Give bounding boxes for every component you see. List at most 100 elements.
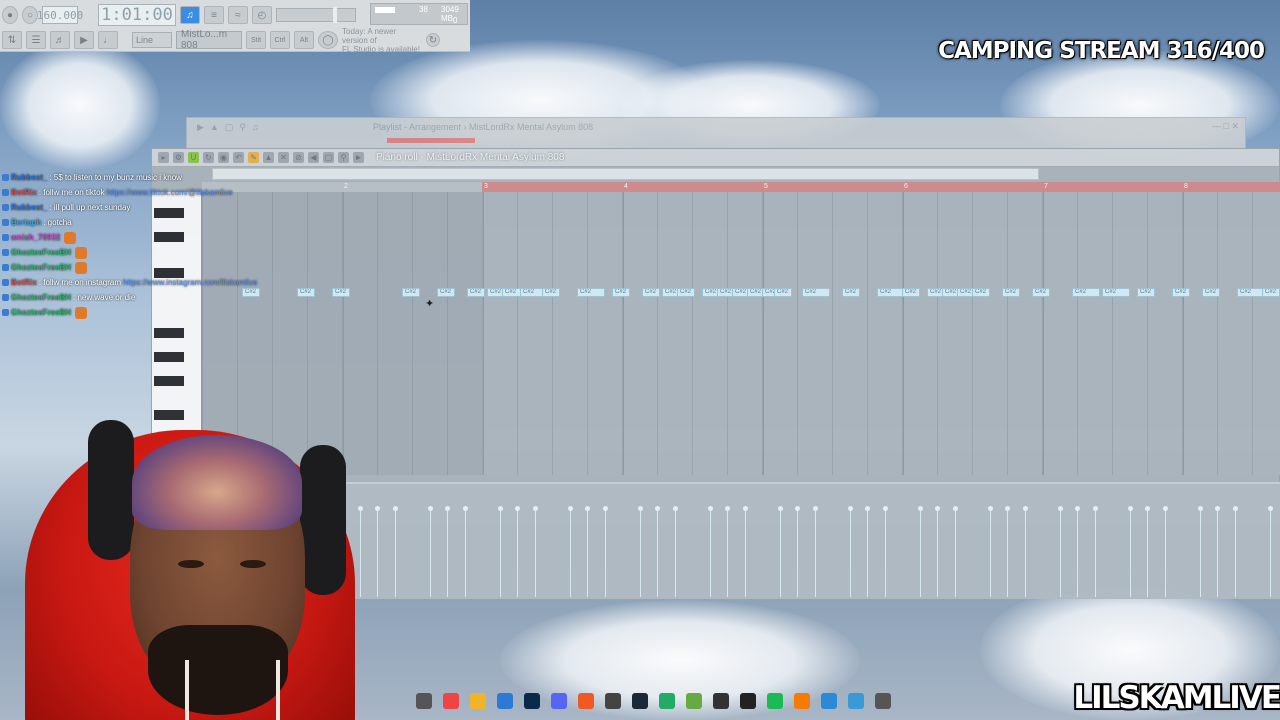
velocity-bar[interactable]: [498, 506, 503, 597]
velocity-bar[interactable]: [1128, 506, 1133, 597]
song-mode-button[interactable]: ♫: [180, 6, 200, 24]
chat-username[interactable]: BotRix: [11, 278, 37, 287]
online-news-icon[interactable]: ◯: [318, 31, 338, 49]
loop-region[interactable]: [482, 182, 1280, 192]
select-icon[interactable]: ▢: [323, 152, 334, 163]
midi-note[interactable]: C#2: [297, 288, 315, 297]
velocity-bar[interactable]: [708, 506, 713, 597]
velocity-bar[interactable]: [445, 506, 450, 597]
tempo-display[interactable]: 160.000: [37, 6, 83, 24]
midi-note[interactable]: C#2: [542, 288, 560, 297]
midi-note[interactable]: C#2: [642, 288, 660, 297]
fl-studio-icon[interactable]: [794, 693, 810, 709]
midi-note[interactable]: C#2: [577, 288, 605, 297]
midi-note[interactable]: C#2: [612, 288, 630, 297]
velocity-bar[interactable]: [1233, 506, 1238, 597]
pattern-select[interactable]: MistLo...m 808: [176, 29, 242, 51]
velocity-bar[interactable]: [1198, 506, 1203, 597]
notepad-icon[interactable]: [848, 693, 864, 709]
piano-roll-horizontal-scrollbar[interactable]: [212, 168, 1039, 180]
app2-icon[interactable]: [821, 693, 837, 709]
pattern-mode-button[interactable]: ≡: [204, 6, 224, 24]
magnet-icon[interactable]: U: [188, 152, 199, 163]
midi-note[interactable]: C#2: [1237, 288, 1265, 297]
chrome-icon[interactable]: [443, 693, 459, 709]
chat-link[interactable]: https://www.tiktok.com/@lilskamlive: [107, 188, 233, 197]
chat-username[interactable]: Rubbest_: [11, 173, 47, 182]
velocity-bar[interactable]: [568, 506, 573, 597]
snap-select[interactable]: Line: [132, 32, 172, 48]
velocity-bar[interactable]: [1023, 506, 1028, 597]
velocity-bar[interactable]: [1093, 506, 1098, 597]
velocity-bar[interactable]: [1075, 506, 1080, 597]
velocity-bar[interactable]: [918, 506, 923, 597]
velocity-bar[interactable]: [673, 506, 678, 597]
velocity-bar[interactable]: [655, 506, 660, 597]
steam-icon[interactable]: [632, 693, 648, 709]
typing-keyboard-button[interactable]: ≈: [228, 6, 248, 24]
velocity-bar[interactable]: [743, 506, 748, 597]
velocity-bar[interactable]: [778, 506, 783, 597]
midi-note[interactable]: C#2: [1032, 288, 1050, 297]
velocity-bar[interactable]: [463, 506, 468, 597]
velocity-bar[interactable]: [533, 506, 538, 597]
black-key[interactable]: [154, 328, 184, 338]
midi-note[interactable]: C#2: [437, 288, 455, 297]
zoom-icon[interactable]: ⚲: [239, 122, 246, 133]
zoom-icon[interactable]: ⚲: [338, 152, 349, 163]
midi-note[interactable]: C#2: [902, 288, 920, 297]
select-icon[interactable]: ▢: [225, 122, 234, 133]
midi-note[interactable]: C#2: [1202, 288, 1220, 297]
search-icon[interactable]: [416, 693, 432, 709]
timeline-ruler[interactable]: 2 3 4 5 6 7 8: [202, 182, 1280, 192]
velocity-bar[interactable]: [1215, 506, 1220, 597]
countdown-button[interactable]: ◴: [252, 6, 272, 24]
velocity-bar[interactable]: [953, 506, 958, 597]
ctrl-button[interactable]: Ctrl: [270, 31, 290, 49]
midi-note[interactable]: C#2: [402, 288, 420, 297]
velocity-bar[interactable]: [1058, 506, 1063, 597]
midi-note[interactable]: C#2: [1137, 288, 1155, 297]
mute-icon[interactable]: ⊘: [293, 152, 304, 163]
chat-username[interactable]: wnish_70932: [11, 233, 60, 242]
midi-note[interactable]: C#2: [1262, 288, 1280, 297]
master-volume-slider[interactable]: [276, 7, 356, 23]
velocity-bar[interactable]: [1268, 506, 1273, 597]
play-icon[interactable]: ▶: [197, 122, 204, 133]
mixer-icon[interactable]: ☰: [26, 31, 46, 49]
metronome-button[interactable]: ○: [22, 6, 38, 24]
wrench-icon[interactable]: ⚙: [173, 152, 184, 163]
chat-username[interactable]: Bertaph: [11, 218, 41, 227]
delete-icon[interactable]: ✕: [278, 152, 289, 163]
velocity-bar[interactable]: [848, 506, 853, 597]
midi-note[interactable]: C#2: [774, 288, 792, 297]
stitch-button[interactable]: Stit: [246, 31, 266, 49]
velocity-bar[interactable]: [515, 506, 520, 597]
velocity-bar[interactable]: [813, 506, 818, 597]
midi-note[interactable]: C#2: [467, 288, 485, 297]
chat-username[interactable]: BotRix: [11, 188, 37, 197]
snap-icon[interactable]: ↻: [203, 152, 214, 163]
chat-username[interactable]: GhozteeFreeBH: [11, 263, 71, 272]
black-key[interactable]: [154, 352, 184, 362]
midi-note[interactable]: C#2: [677, 288, 695, 297]
black-key[interactable]: [154, 376, 184, 386]
app-icon[interactable]: [659, 693, 675, 709]
alt-button[interactable]: Alt: [294, 31, 314, 49]
velocity-bar[interactable]: [1163, 506, 1168, 597]
4k-icon[interactable]: [713, 693, 729, 709]
velocity-bar[interactable]: [795, 506, 800, 597]
obs-icon[interactable]: [605, 693, 621, 709]
midi-note[interactable]: C#2: [1002, 288, 1020, 297]
chat-link[interactable]: https://www.instagram.com/lilskamlive: [123, 278, 257, 287]
browser-icon[interactable]: ▶: [74, 31, 94, 49]
paint-icon[interactable]: ▲: [210, 122, 219, 133]
paint-icon[interactable]: ▲: [263, 152, 274, 163]
layers-icon[interactable]: [686, 693, 702, 709]
folder-icon[interactable]: [470, 693, 486, 709]
mic-icon[interactable]: ♩: [98, 31, 118, 49]
menu-arrow-icon[interactable]: ▸: [158, 152, 169, 163]
undo-icon[interactable]: ↶: [233, 152, 244, 163]
midi-note[interactable]: C#2: [972, 288, 990, 297]
velocity-bar[interactable]: [1145, 506, 1150, 597]
